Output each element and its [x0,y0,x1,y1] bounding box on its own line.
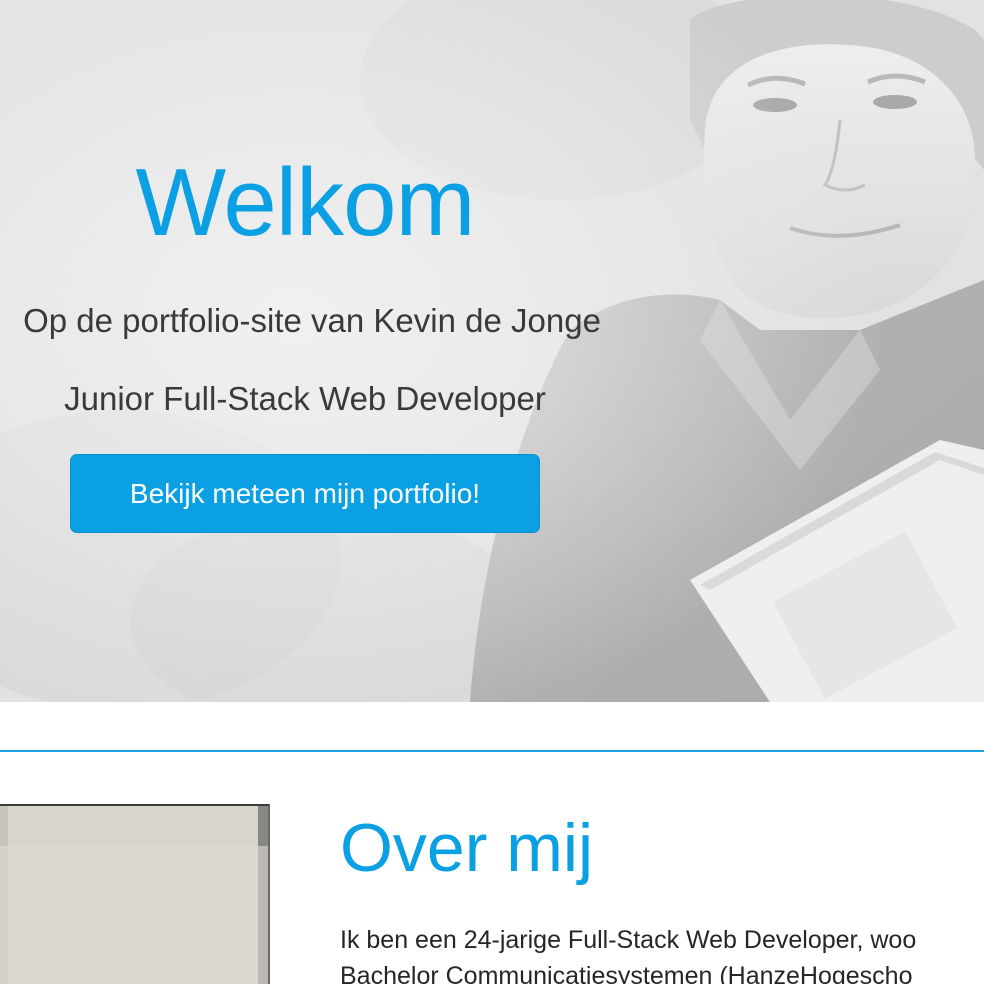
hero-title: Welkom [135,149,476,256]
page: Welkom Op de portfolio-site van Kevin de… [0,0,984,984]
view-portfolio-button[interactable]: Bekijk meteen mijn portfolio! [70,454,540,533]
hero-section: Welkom Op de portfolio-site van Kevin de… [0,0,984,702]
about-photo-image [0,806,268,984]
about-photo [0,804,270,984]
about-title: Over mij [340,810,594,886]
about-text: Ik ben een 24-jarige Full-Stack Web Deve… [340,922,984,984]
about-text-line: Ik ben een 24-jarige Full-Stack Web Deve… [340,926,917,954]
section-divider [0,750,984,752]
hero-content: Welkom Op de portfolio-site van Kevin de… [0,0,610,702]
hero-role: Junior Full-Stack Web Developer [64,380,546,417]
about-text-line: Bachelor Communicatiesystemen (HanzeHoge… [340,962,913,984]
hero-subtitle: Op de portfolio-site van Kevin de Jonge [23,302,601,339]
